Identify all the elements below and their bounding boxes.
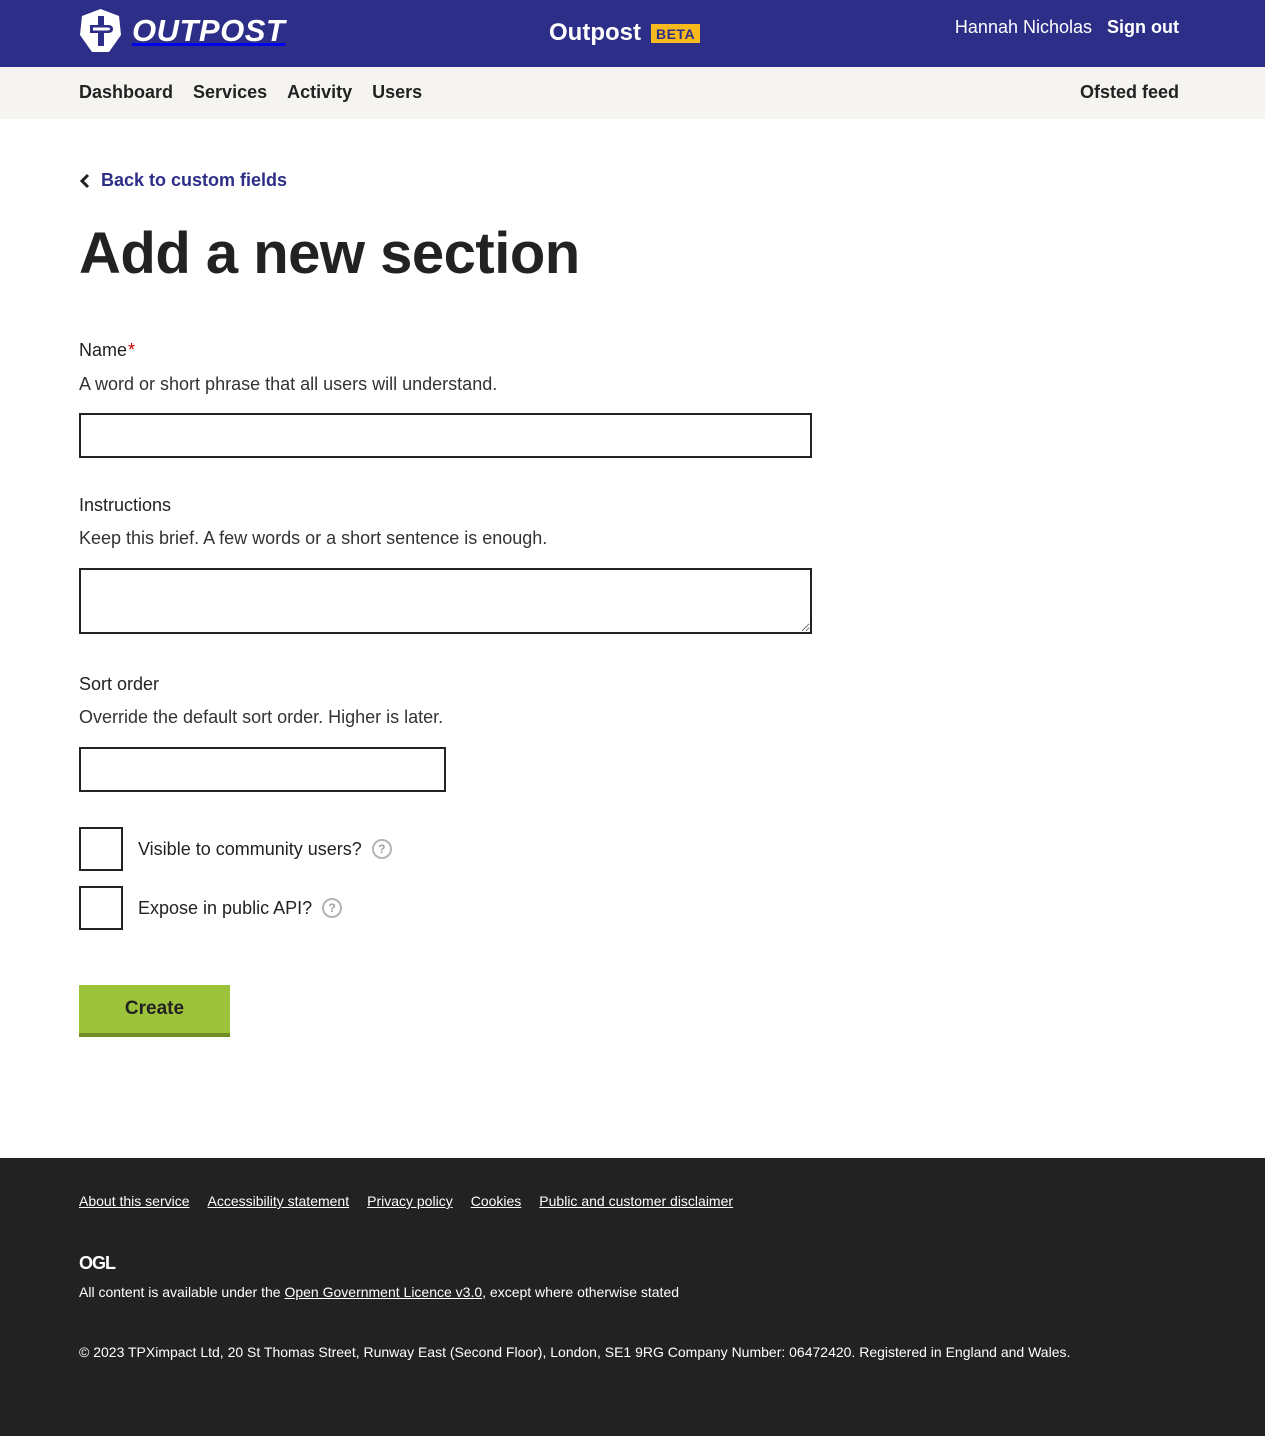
outpost-logo-icon: [80, 9, 121, 52]
site-header: OUTPOST Outpost BETA Hannah Nicholas Sig…: [0, 0, 1265, 67]
user-name: Hannah Nicholas: [954, 17, 1093, 37]
nav-list: Dashboard Services Activity Users: [79, 82, 442, 103]
visible-to-community-checkbox[interactable]: [79, 827, 123, 871]
service-name-area: Outpost BETA: [549, 19, 701, 47]
nav-item-users[interactable]: Users: [372, 82, 422, 103]
nav-item-activity[interactable]: Activity: [287, 82, 352, 103]
nav-item-ofsted-feed[interactable]: Ofsted feed: [1080, 82, 1179, 103]
ogl-logo-icon: OGL: [79, 1253, 117, 1273]
chevron-left-icon: [79, 173, 90, 188]
licence-suffix: , except where otherwise stated: [482, 1284, 680, 1300]
user-area: Hannah Nicholas Sign out: [955, 17, 1179, 38]
logo-wordmark: OUTPOST: [132, 13, 286, 48]
expose-in-api-label[interactable]: Expose in public API?: [138, 898, 312, 919]
copyright-text: © 2023 TPXimpact Ltd, 20 St Thomas Stree…: [79, 1344, 1071, 1360]
back-link-label: Back to custom fields: [101, 170, 288, 190]
licence-text: All content is available under the Open …: [79, 1284, 679, 1300]
site-footer: About this service Accessibility stateme…: [0, 1158, 1265, 1436]
footer-links: About this service Accessibility stateme…: [79, 1193, 751, 1209]
help-icon[interactable]: ?: [322, 898, 343, 918]
create-button[interactable]: Create: [79, 985, 230, 1037]
visible-to-community-label[interactable]: Visible to community users?: [138, 839, 362, 860]
primary-nav: Dashboard Services Activity Users Ofsted…: [0, 67, 1265, 119]
required-marker: *: [128, 340, 136, 360]
nav-item-dashboard[interactable]: Dashboard: [79, 82, 173, 103]
instructions-label: Instructions: [79, 495, 172, 515]
expose-in-api-checkbox[interactable]: [79, 886, 123, 930]
back-link[interactable]: Back to custom fields: [79, 170, 287, 191]
licence-link[interactable]: Open Government Licence v3.0: [284, 1284, 482, 1300]
footer-link-disclaimer[interactable]: Public and customer disclaimer: [539, 1193, 733, 1209]
footer-link-cookies[interactable]: Cookies: [471, 1193, 522, 1209]
visible-to-community-row: Visible to community users? ?: [79, 827, 392, 871]
footer-link-about[interactable]: About this service: [79, 1193, 190, 1209]
footer-link-privacy[interactable]: Privacy policy: [367, 1193, 453, 1209]
footer-link-accessibility[interactable]: Accessibility statement: [208, 1193, 350, 1209]
sign-out-link[interactable]: Sign out: [1107, 17, 1179, 38]
sort-order-hint: Override the default sort order. Higher …: [79, 707, 444, 727]
help-icon[interactable]: ?: [371, 839, 392, 859]
sort-order-label: Sort order: [79, 674, 160, 694]
instructions-textarea[interactable]: [79, 568, 812, 634]
name-label: Name*: [79, 340, 135, 361]
page-title: Add a new section: [79, 221, 580, 286]
outpost-logo-link[interactable]: OUTPOST: [79, 8, 285, 54]
sort-order-input[interactable]: [79, 747, 446, 792]
expose-in-api-row: Expose in public API? ?: [79, 886, 343, 930]
name-hint: A word or short phrase that all users wi…: [79, 374, 498, 394]
nav-item-services[interactable]: Services: [193, 82, 267, 103]
name-input[interactable]: [79, 413, 812, 458]
licence-prefix: All content is available under the: [79, 1284, 285, 1300]
beta-tag: BETA: [650, 23, 701, 43]
name-label-text: Name: [79, 340, 128, 360]
ogl-logo-text: OGL: [79, 1253, 116, 1273]
instructions-hint: Keep this brief. A few words or a short …: [79, 528, 548, 548]
service-name-link[interactable]: Outpost: [549, 19, 641, 47]
